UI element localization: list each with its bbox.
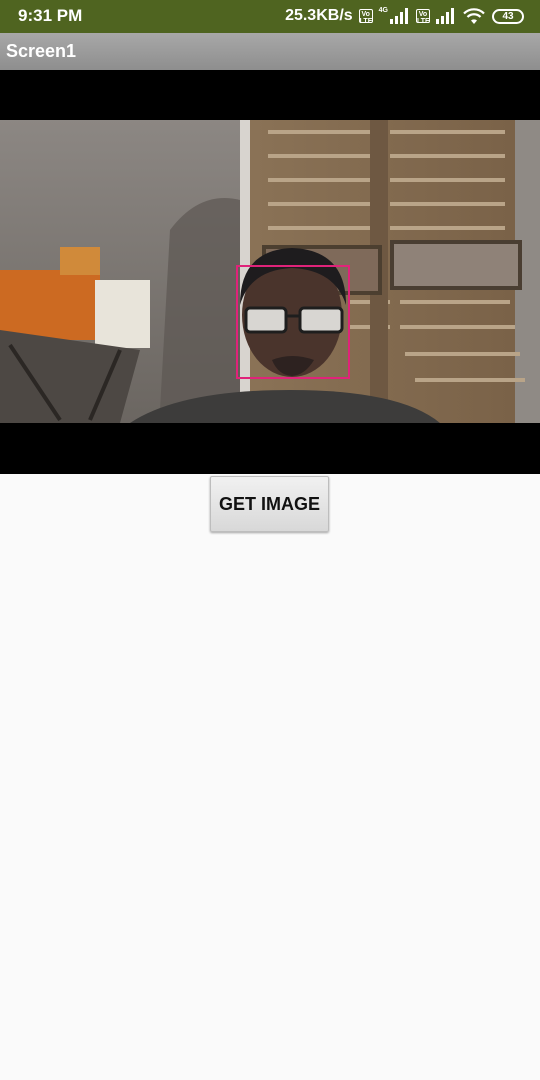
camera-image bbox=[0, 120, 540, 423]
signal-icon bbox=[390, 8, 408, 24]
face-detection-box bbox=[236, 265, 350, 379]
status-icons: 25.3KB/s Vo LTE 4G Vo LTE 43 bbox=[285, 5, 524, 27]
signal-icon bbox=[436, 8, 454, 24]
title-bar: Screen1 bbox=[0, 33, 540, 71]
status-time: 9:31 PM bbox=[18, 6, 83, 25]
volte-icon: Vo LTE bbox=[358, 9, 373, 25]
network-type: 4G bbox=[378, 6, 388, 14]
wifi-icon bbox=[463, 8, 485, 24]
status-bar: 9:31 PM 25.3KB/s Vo LTE 4G Vo LTE 43 bbox=[0, 0, 540, 33]
get-image-button[interactable]: GET IMAGE bbox=[210, 476, 329, 532]
screen-title: Screen1 bbox=[6, 41, 77, 61]
battery-icon: 43 bbox=[492, 8, 524, 24]
network-speed: 25.3KB/s bbox=[285, 7, 353, 24]
volte-icon: Vo LTE bbox=[416, 9, 430, 25]
camera-preview bbox=[0, 70, 540, 474]
